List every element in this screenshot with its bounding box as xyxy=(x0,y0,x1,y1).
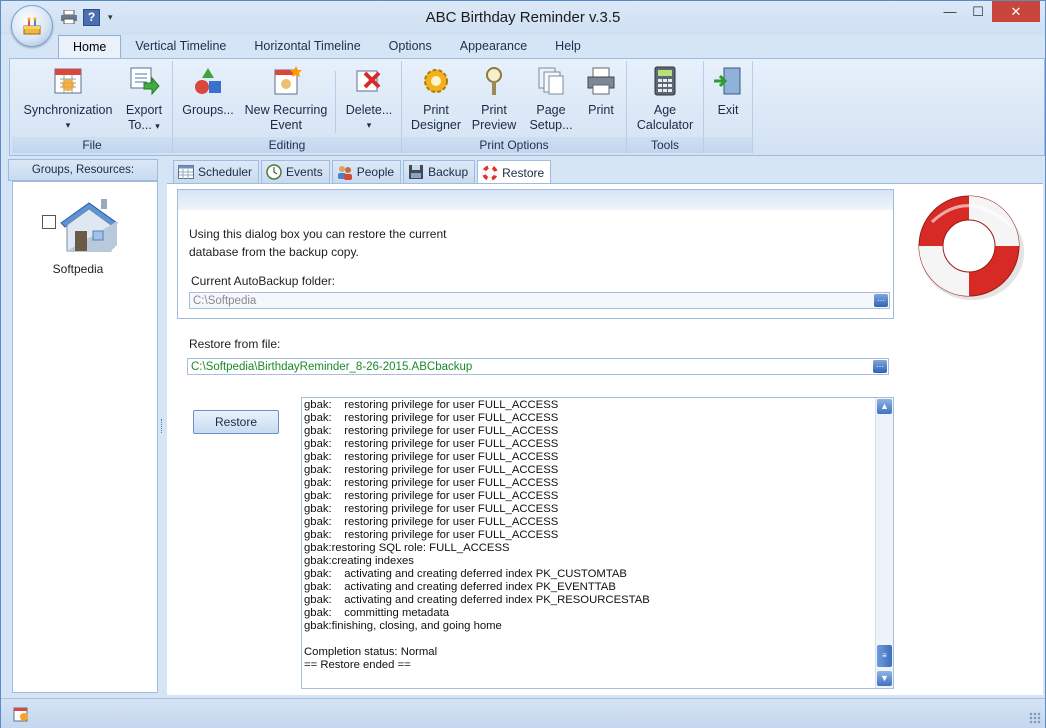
exit-button[interactable]: Exit xyxy=(708,65,748,118)
app-menu-button[interactable] xyxy=(11,5,53,47)
tab-vertical-timeline[interactable]: Vertical Timeline xyxy=(121,35,240,58)
panel-splitter[interactable] xyxy=(161,419,165,433)
groups-resources-panel: Groups, Resources: Softpedia xyxy=(8,159,158,693)
tab-scheduler[interactable]: Scheduler xyxy=(173,160,260,183)
sync-icon xyxy=(54,68,82,94)
app-window: ? ▾ ABC Birthday Reminder v.3.5 — ☐ ✕ Ho… xyxy=(0,0,1046,728)
restore-page: Using this dialog box you can restore th… xyxy=(167,183,1043,695)
tab-home[interactable]: Home xyxy=(58,35,122,59)
synchronization-button[interactable]: Synchronization ▾ xyxy=(20,65,116,133)
new-event-icon xyxy=(274,66,302,95)
restore-from-label: Restore from file: xyxy=(189,337,281,351)
restore-file-field[interactable]: C:\Softpedia\BirthdayReminder_8-26-2015.… xyxy=(187,358,889,375)
house-icon[interactable] xyxy=(53,195,125,257)
pages-icon xyxy=(538,67,564,95)
restore-log[interactable]: gbak: restoring privilege for user FULL_… xyxy=(301,397,894,689)
log-scrollbar[interactable]: ▲ ≡ ▼ xyxy=(875,398,893,688)
tab-backup[interactable]: Backup xyxy=(403,160,476,183)
ribbon-tabs: Home Vertical Timeline Horizontal Timeli… xyxy=(58,35,595,59)
title-bar: ? ▾ ABC Birthday Reminder v.3.5 — ☐ ✕ xyxy=(1,1,1045,47)
group-editing: Groups... New Recurring Event Delete... xyxy=(173,61,402,153)
group-label-file: File xyxy=(12,137,172,153)
print-designer-button[interactable]: Print Designer xyxy=(408,65,464,133)
group-label-print-options: Print Options xyxy=(402,137,626,153)
tab-options[interactable]: Options xyxy=(375,35,446,58)
minimize-button[interactable]: — xyxy=(936,1,964,22)
scroll-down-icon[interactable]: ▼ xyxy=(877,671,892,686)
close-button[interactable]: ✕ xyxy=(992,1,1040,22)
age-calculator-button[interactable]: Age Calculator xyxy=(631,65,699,133)
window-title: ABC Birthday Reminder v.3.5 xyxy=(425,9,621,26)
tab-help[interactable]: Help xyxy=(541,35,595,58)
scroll-up-icon[interactable]: ▲ xyxy=(877,399,892,414)
group-file: Synchronization ▾ Export To... ▾ File xyxy=(12,61,173,153)
export-icon xyxy=(130,67,160,96)
info-text: Using this dialog box you can restore th… xyxy=(189,227,447,259)
status-bar xyxy=(1,698,1045,728)
lifebuoy-icon xyxy=(482,164,498,181)
page-setup-button[interactable]: Page Setup... xyxy=(524,65,578,133)
status-calendar-icon[interactable] xyxy=(13,706,29,722)
gear-icon xyxy=(424,69,448,93)
restore-button[interactable]: Restore xyxy=(193,410,279,434)
autobackup-folder-field[interactable]: C:\Softpedia … xyxy=(189,292,890,309)
calculator-icon xyxy=(654,66,676,96)
export-button[interactable]: Export To... ▾ xyxy=(120,65,168,134)
info-panel: Using this dialog box you can restore th… xyxy=(177,189,894,319)
tab-people[interactable]: People xyxy=(331,160,402,183)
delete-icon xyxy=(356,70,381,92)
scroll-thumb[interactable]: ≡ xyxy=(877,645,892,667)
people-icon xyxy=(337,166,352,180)
lifebuoy-icon xyxy=(918,195,1024,300)
tab-horizontal-timeline[interactable]: Horizontal Timeline xyxy=(240,35,374,58)
resize-grip[interactable] xyxy=(1029,712,1041,724)
tab-events[interactable]: Events xyxy=(261,160,330,183)
autobackup-label: Current AutoBackup folder: xyxy=(191,274,336,288)
browse-file-button[interactable]: … xyxy=(873,360,887,373)
printer-icon xyxy=(587,67,615,95)
group-print-options: Print Designer Print Preview Page Setup.… xyxy=(402,61,627,153)
group-label-editing: Editing xyxy=(173,137,401,153)
print-button[interactable]: Print xyxy=(580,65,622,118)
shapes-icon xyxy=(195,68,221,94)
exit-door-icon xyxy=(714,67,741,95)
tab-appearance[interactable]: Appearance xyxy=(446,35,541,58)
browse-folder-button[interactable]: … xyxy=(874,294,888,307)
cake-icon xyxy=(23,17,41,35)
backup-icon xyxy=(409,165,424,179)
groups-button[interactable]: Groups... xyxy=(177,65,239,118)
new-recurring-event-button[interactable]: New Recurring Event xyxy=(243,65,329,133)
resource-list: Softpedia xyxy=(12,181,158,693)
clock-icon xyxy=(266,164,282,180)
content-tabs: Scheduler Events People Backup Restore xyxy=(173,160,553,184)
tab-restore[interactable]: Restore xyxy=(477,160,552,184)
magnifier-icon xyxy=(486,67,502,95)
restore-log-text: gbak: restoring privilege for user FULL_… xyxy=(304,399,650,671)
maximize-button[interactable]: ☐ xyxy=(964,1,992,22)
calendar-grid-icon xyxy=(178,165,194,179)
group-exit: Exit xyxy=(704,61,753,153)
panel-header: Groups, Resources: xyxy=(8,159,158,181)
delete-button[interactable]: Delete... ▾ xyxy=(341,65,397,133)
group-label-tools: Tools xyxy=(627,137,703,153)
group-tools: Age Calculator Tools xyxy=(627,61,704,153)
resource-label[interactable]: Softpedia xyxy=(13,262,143,276)
print-preview-button[interactable]: Print Preview xyxy=(466,65,522,133)
ribbon: Synchronization ▾ Export To... ▾ File Gr… xyxy=(9,58,1045,156)
